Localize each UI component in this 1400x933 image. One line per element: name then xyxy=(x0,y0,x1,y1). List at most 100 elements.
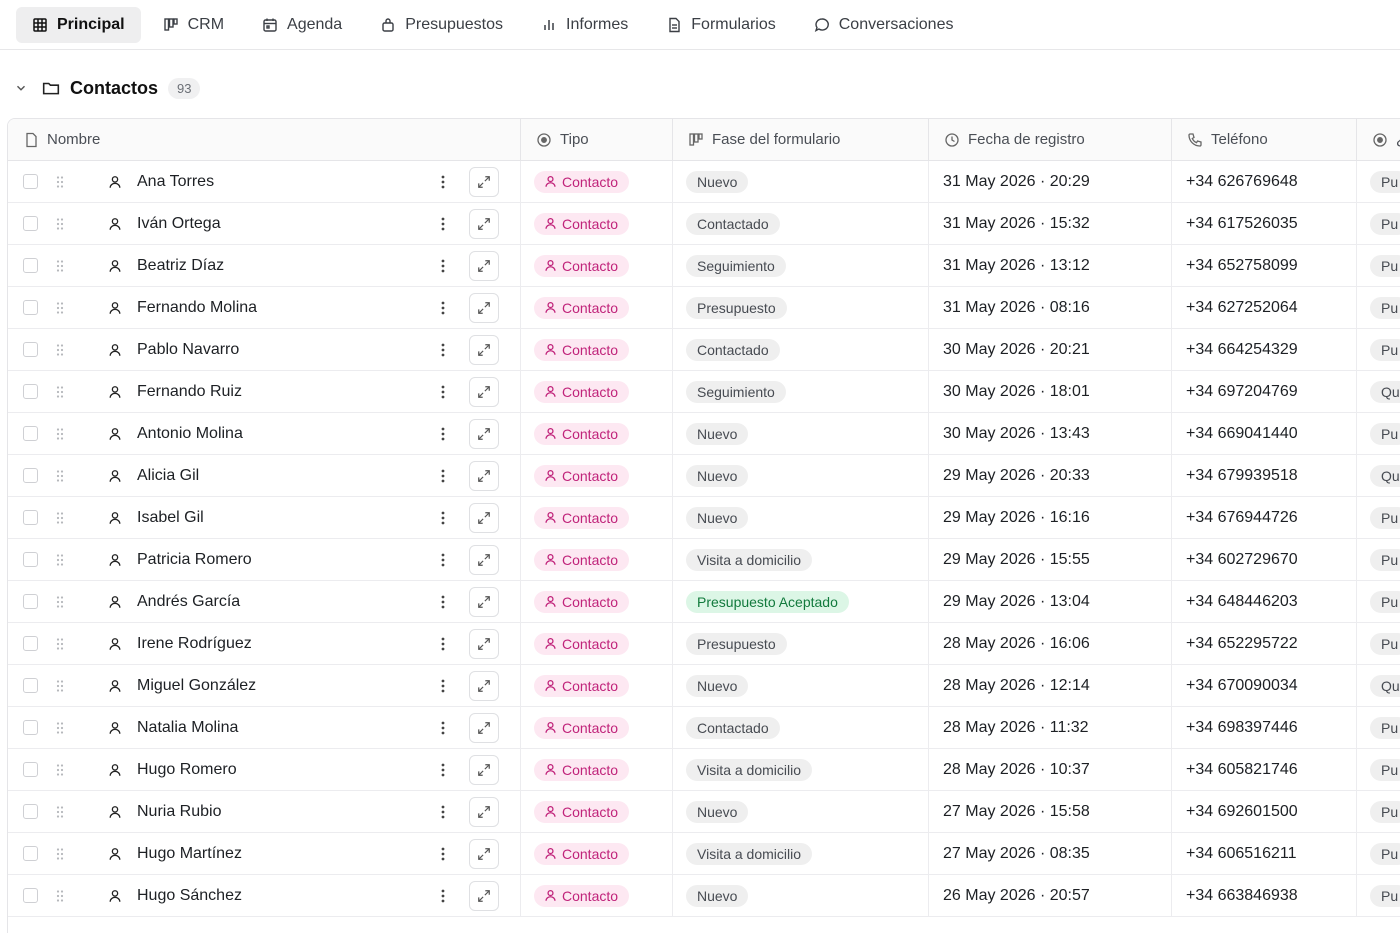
next-badge[interactable]: Pu xyxy=(1370,590,1400,613)
tipo-badge[interactable]: Contacto xyxy=(534,590,630,613)
row-checkbox[interactable] xyxy=(23,720,38,735)
more-options-icon[interactable] xyxy=(435,678,451,694)
contact-name[interactable]: Hugo Sánchez xyxy=(137,887,427,905)
contact-name[interactable]: Miguel González xyxy=(137,677,427,695)
table-row[interactable]: Iván Ortega Contacto Contactado 31 May 2… xyxy=(8,203,1400,245)
drag-handle-icon[interactable] xyxy=(55,553,65,567)
more-options-icon[interactable] xyxy=(435,468,451,484)
next-badge[interactable]: Qu xyxy=(1370,674,1400,697)
tipo-badge[interactable]: Contacto xyxy=(534,254,630,277)
drag-handle-icon[interactable] xyxy=(55,511,65,525)
row-checkbox[interactable] xyxy=(23,510,38,525)
more-options-icon[interactable] xyxy=(435,300,451,316)
telefono-value[interactable]: +34 669041440 xyxy=(1186,425,1298,443)
next-badge[interactable]: Qu xyxy=(1370,380,1400,403)
next-badge[interactable]: Pu xyxy=(1370,758,1400,781)
drag-handle-icon[interactable] xyxy=(55,637,65,651)
tab-principal[interactable]: Principal xyxy=(16,6,141,43)
column-header-fecha[interactable]: Fecha de registro xyxy=(929,119,1172,160)
table-row[interactable]: Natalia Molina Contacto Contactado 28 Ma… xyxy=(8,707,1400,749)
drag-handle-icon[interactable] xyxy=(55,469,65,483)
next-badge[interactable]: Pu xyxy=(1370,254,1400,277)
table-row[interactable]: Hugo Romero Contacto Visita a domicilio … xyxy=(8,749,1400,791)
contact-name[interactable]: Irene Rodríguez xyxy=(137,635,427,653)
more-options-icon[interactable] xyxy=(435,216,451,232)
expand-button[interactable] xyxy=(469,796,499,827)
fase-badge[interactable]: Visita a domicilio xyxy=(686,758,813,781)
telefono-value[interactable]: +34 664254329 xyxy=(1186,341,1298,359)
drag-handle-icon[interactable] xyxy=(55,595,65,609)
tipo-badge[interactable]: Contacto xyxy=(534,464,630,487)
tipo-badge[interactable]: Contacto xyxy=(534,884,630,907)
telefono-value[interactable]: +34 626769648 xyxy=(1186,173,1298,191)
contact-name[interactable]: Ana Torres xyxy=(137,173,427,191)
contact-name[interactable]: Isabel Gil xyxy=(137,509,427,527)
more-options-icon[interactable] xyxy=(435,174,451,190)
expand-button[interactable] xyxy=(469,838,499,869)
row-checkbox[interactable] xyxy=(23,216,38,231)
drag-handle-icon[interactable] xyxy=(55,427,65,441)
contact-name[interactable]: Beatriz Díaz xyxy=(137,257,427,275)
fase-badge[interactable]: Nuevo xyxy=(686,506,749,529)
telefono-value[interactable]: +34 627252064 xyxy=(1186,299,1298,317)
tipo-badge[interactable]: Contacto xyxy=(534,170,630,193)
drag-handle-icon[interactable] xyxy=(55,805,65,819)
tab-agenda[interactable]: Agenda xyxy=(246,7,358,43)
expand-button[interactable] xyxy=(469,670,499,701)
tipo-badge[interactable]: Contacto xyxy=(534,338,630,361)
table-row[interactable]: Hugo Martínez Contacto Visita a domicili… xyxy=(8,833,1400,875)
more-options-icon[interactable] xyxy=(435,636,451,652)
row-checkbox[interactable] xyxy=(23,300,38,315)
row-checkbox[interactable] xyxy=(23,174,38,189)
more-options-icon[interactable] xyxy=(435,720,451,736)
tipo-badge[interactable]: Contacto xyxy=(534,800,630,823)
tab-crm[interactable]: CRM xyxy=(147,7,240,43)
tipo-badge[interactable]: Contacto xyxy=(534,632,630,655)
expand-button[interactable] xyxy=(469,754,499,785)
contact-name[interactable]: Andrés García xyxy=(137,593,427,611)
next-badge[interactable]: Pu xyxy=(1370,212,1400,235)
more-options-icon[interactable] xyxy=(435,342,451,358)
expand-button[interactable] xyxy=(469,880,499,911)
drag-handle-icon[interactable] xyxy=(55,217,65,231)
more-options-icon[interactable] xyxy=(435,594,451,610)
table-row[interactable]: Fernando Ruiz Contacto Seguimiento 30 Ma… xyxy=(8,371,1400,413)
row-checkbox[interactable] xyxy=(23,804,38,819)
drag-handle-icon[interactable] xyxy=(55,847,65,861)
contact-name[interactable]: Antonio Molina xyxy=(137,425,427,443)
expand-button[interactable] xyxy=(469,292,499,323)
row-checkbox[interactable] xyxy=(23,846,38,861)
telefono-value[interactable]: +34 663846938 xyxy=(1186,887,1298,905)
next-badge[interactable]: Pu xyxy=(1370,506,1400,529)
tipo-badge[interactable]: Contacto xyxy=(534,548,630,571)
more-options-icon[interactable] xyxy=(435,762,451,778)
fase-badge[interactable]: Nuevo xyxy=(686,800,749,823)
drag-handle-icon[interactable] xyxy=(55,721,65,735)
tipo-badge[interactable]: Contacto xyxy=(534,380,630,403)
next-badge[interactable]: Pu xyxy=(1370,842,1400,865)
tab-formularios[interactable]: Formularios xyxy=(650,7,791,43)
contact-name[interactable]: Hugo Martínez xyxy=(137,845,427,863)
table-row[interactable]: Andrés García Contacto Presupuesto Acept… xyxy=(8,581,1400,623)
expand-button[interactable] xyxy=(469,460,499,491)
fase-badge[interactable]: Nuevo xyxy=(686,170,749,193)
table-row[interactable]: Ana Torres Contacto Nuevo 31 May 2026 · … xyxy=(8,161,1400,203)
more-options-icon[interactable] xyxy=(435,426,451,442)
next-badge[interactable]: Pu xyxy=(1370,170,1400,193)
telefono-value[interactable]: +34 676944726 xyxy=(1186,509,1298,527)
fase-badge[interactable]: Nuevo xyxy=(686,422,749,445)
table-row[interactable]: Antonio Molina Contacto Nuevo 30 May 202… xyxy=(8,413,1400,455)
expand-button[interactable] xyxy=(469,250,499,281)
contact-name[interactable]: Pablo Navarro xyxy=(137,341,427,359)
expand-button[interactable] xyxy=(469,376,499,407)
tipo-badge[interactable]: Contacto xyxy=(534,422,630,445)
expand-button[interactable] xyxy=(469,208,499,239)
next-badge[interactable]: Pu xyxy=(1370,296,1400,319)
row-checkbox[interactable] xyxy=(23,762,38,777)
tipo-badge[interactable]: Contacto xyxy=(534,212,630,235)
tab-conversaciones[interactable]: Conversaciones xyxy=(798,7,970,43)
row-checkbox[interactable] xyxy=(23,384,38,399)
telefono-value[interactable]: +34 652758099 xyxy=(1186,257,1298,275)
fase-badge[interactable]: Visita a domicilio xyxy=(686,842,813,865)
expand-button[interactable] xyxy=(469,502,499,533)
